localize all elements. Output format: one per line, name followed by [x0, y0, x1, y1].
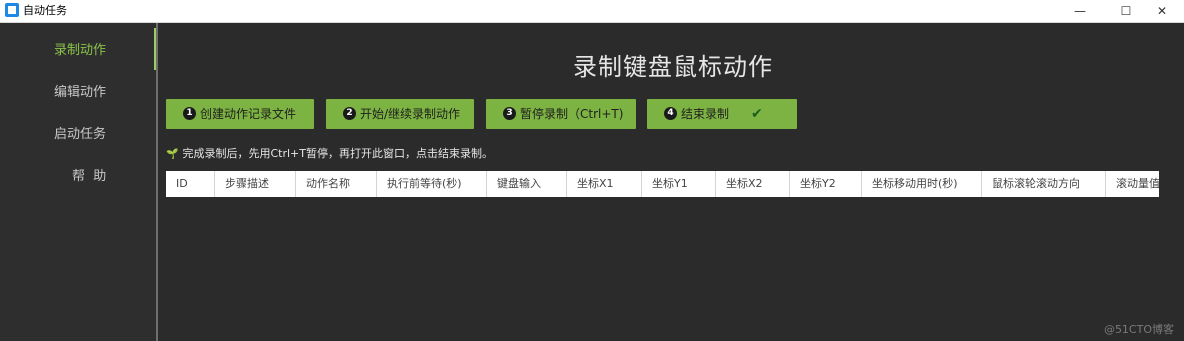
column-header[interactable]: 坐标移动用时(秒)	[862, 171, 982, 197]
step-number-badge: 1	[183, 107, 196, 120]
close-button[interactable]: ✕	[1140, 0, 1184, 22]
hint-label: 完成录制后，先用Ctrl+T暂停，再打开此窗口，点击结束录制。	[182, 147, 493, 160]
column-header[interactable]: 坐标X1	[567, 171, 642, 197]
minimize-button[interactable]: —	[1058, 0, 1102, 22]
column-header[interactable]: 坐标X2	[716, 171, 790, 197]
column-header[interactable]: 执行前等待(秒)	[377, 171, 487, 197]
watermark: @51CTO博客	[1103, 323, 1174, 336]
column-header[interactable]: 坐标Y2	[790, 171, 862, 197]
column-header[interactable]: 坐标Y1	[642, 171, 716, 197]
button-label: 结束录制	[681, 107, 730, 121]
column-header[interactable]: 动作名称	[296, 171, 377, 197]
sidebar: 录制动作 编辑动作 启动任务 帮 助	[0, 23, 156, 341]
sidebar-item-label: 帮 助	[72, 169, 107, 184]
button-label: 暂停录制（Ctrl+T)	[520, 107, 624, 121]
hint-text: 🌱 完成录制后，先用Ctrl+T暂停，再打开此窗口，点击结束录制。	[166, 145, 493, 161]
create-record-file-button[interactable]: 1 创建动作记录文件	[166, 99, 314, 129]
step-number-badge: 2	[343, 107, 356, 120]
sidebar-item-label: 启动任务	[54, 127, 107, 142]
start-continue-record-button[interactable]: 2 开始/继续录制动作	[326, 99, 474, 129]
pause-record-button[interactable]: 3 暂停录制（Ctrl+T)	[486, 99, 636, 129]
title-bar: 自动任务 — ☐ ✕	[0, 0, 1184, 23]
check-icon: ✔	[751, 106, 763, 122]
column-header[interactable]: ID	[166, 171, 215, 197]
table-header: ID 步骤描述 动作名称 执行前等待(秒) 键盘输入 坐标X1 坐标Y1 坐标X…	[166, 171, 1159, 197]
column-header[interactable]: 键盘输入	[487, 171, 567, 197]
sidebar-item-label: 录制动作	[54, 43, 107, 58]
step-number-badge: 4	[664, 107, 677, 120]
sidebar-item-label: 编辑动作	[54, 85, 107, 100]
sprout-icon: 🌱	[166, 149, 179, 160]
column-header[interactable]: 鼠标滚轮滚动方向	[982, 171, 1106, 197]
app-icon	[5, 3, 19, 17]
end-record-button[interactable]: 4 结束录制 ✔	[647, 99, 797, 129]
step-number-badge: 3	[503, 107, 516, 120]
page-title: 录制键盘鼠标动作	[573, 53, 773, 81]
main-panel: 录制键盘鼠标动作 1 创建动作记录文件 2 开始/继续录制动作 3 暂停录制（Ctrl…	[158, 23, 1184, 341]
button-label: 创建动作记录文件	[200, 107, 297, 121]
button-label: 开始/继续录制动作	[360, 107, 461, 121]
column-header[interactable]: 滚动量值	[1106, 171, 1159, 197]
window-title: 自动任务	[23, 4, 67, 17]
column-header[interactable]: 步骤描述	[215, 171, 296, 197]
